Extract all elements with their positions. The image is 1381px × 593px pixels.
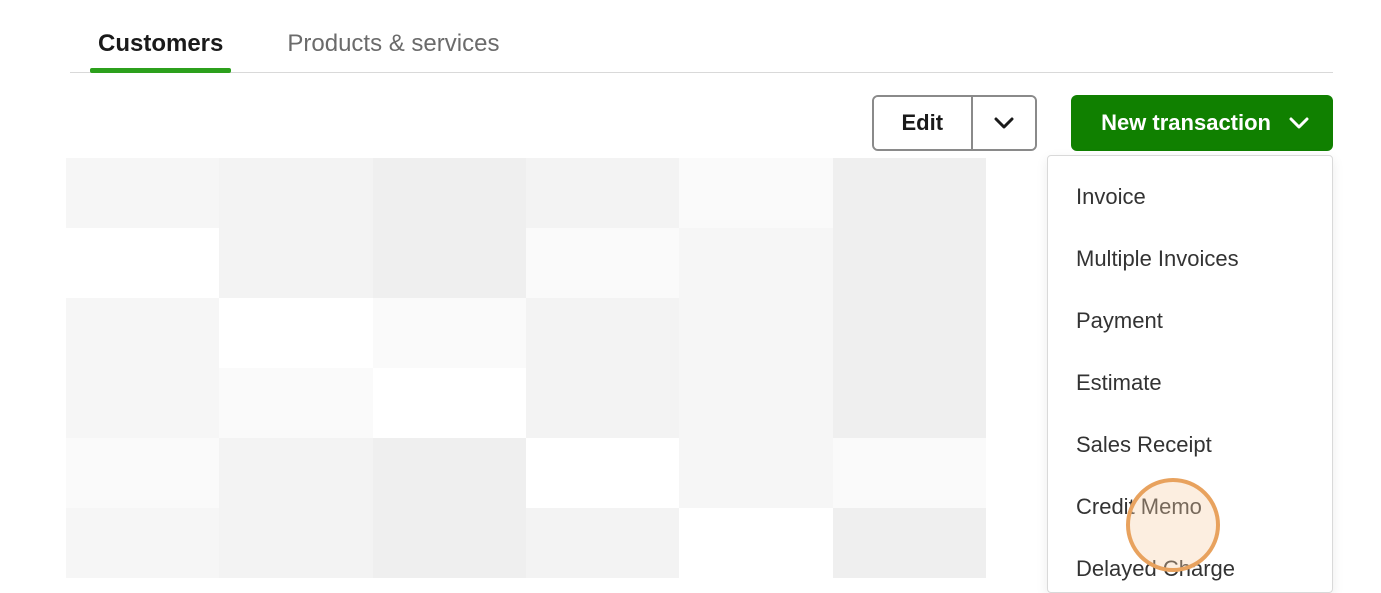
tab-label: Products & services xyxy=(287,30,499,57)
dropdown-item-estimate[interactable]: Estimate xyxy=(1048,352,1332,414)
edit-label: Edit xyxy=(902,110,944,136)
dropdown-item-payment[interactable]: Payment xyxy=(1048,290,1332,352)
new-transaction-dropdown: Invoice Multiple Invoices Payment Estima… xyxy=(1047,155,1333,593)
dropdown-item-label: Invoice xyxy=(1076,184,1146,209)
edit-dropdown-toggle[interactable] xyxy=(971,97,1035,149)
dropdown-item-label: Sales Receipt xyxy=(1076,432,1212,457)
blurred-content-area xyxy=(66,158,986,578)
tab-customers[interactable]: Customers xyxy=(90,20,231,72)
dropdown-item-sales-receipt[interactable]: Sales Receipt xyxy=(1048,414,1332,476)
new-transaction-label: New transaction xyxy=(1101,110,1271,136)
dropdown-item-label: Credit Memo xyxy=(1076,494,1202,519)
dropdown-item-label: Estimate xyxy=(1076,370,1162,395)
tab-products-services[interactable]: Products & services xyxy=(279,20,507,72)
chevron-down-icon xyxy=(1289,117,1309,129)
dropdown-item-credit-memo[interactable]: Credit Memo xyxy=(1048,476,1332,538)
dropdown-item-multiple-invoices[interactable]: Multiple Invoices xyxy=(1048,228,1332,290)
dropdown-item-label: Delayed Charge xyxy=(1076,556,1235,581)
chevron-down-icon xyxy=(994,117,1014,129)
tab-label: Customers xyxy=(98,30,223,57)
actions-row: Edit New transaction Invoice Mult xyxy=(70,95,1333,151)
new-transaction-container: New transaction Invoice Multiple Invoice… xyxy=(1071,95,1333,151)
edit-button[interactable]: Edit xyxy=(874,97,972,149)
edit-button-group: Edit xyxy=(872,95,1038,151)
tabs-row: Customers Products & services xyxy=(70,20,1333,73)
dropdown-item-invoice[interactable]: Invoice xyxy=(1048,166,1332,228)
dropdown-item-label: Payment xyxy=(1076,308,1163,333)
dropdown-item-delayed-charge[interactable]: Delayed Charge xyxy=(1048,538,1332,582)
new-transaction-button[interactable]: New transaction xyxy=(1071,95,1333,151)
dropdown-item-label: Multiple Invoices xyxy=(1076,246,1239,271)
